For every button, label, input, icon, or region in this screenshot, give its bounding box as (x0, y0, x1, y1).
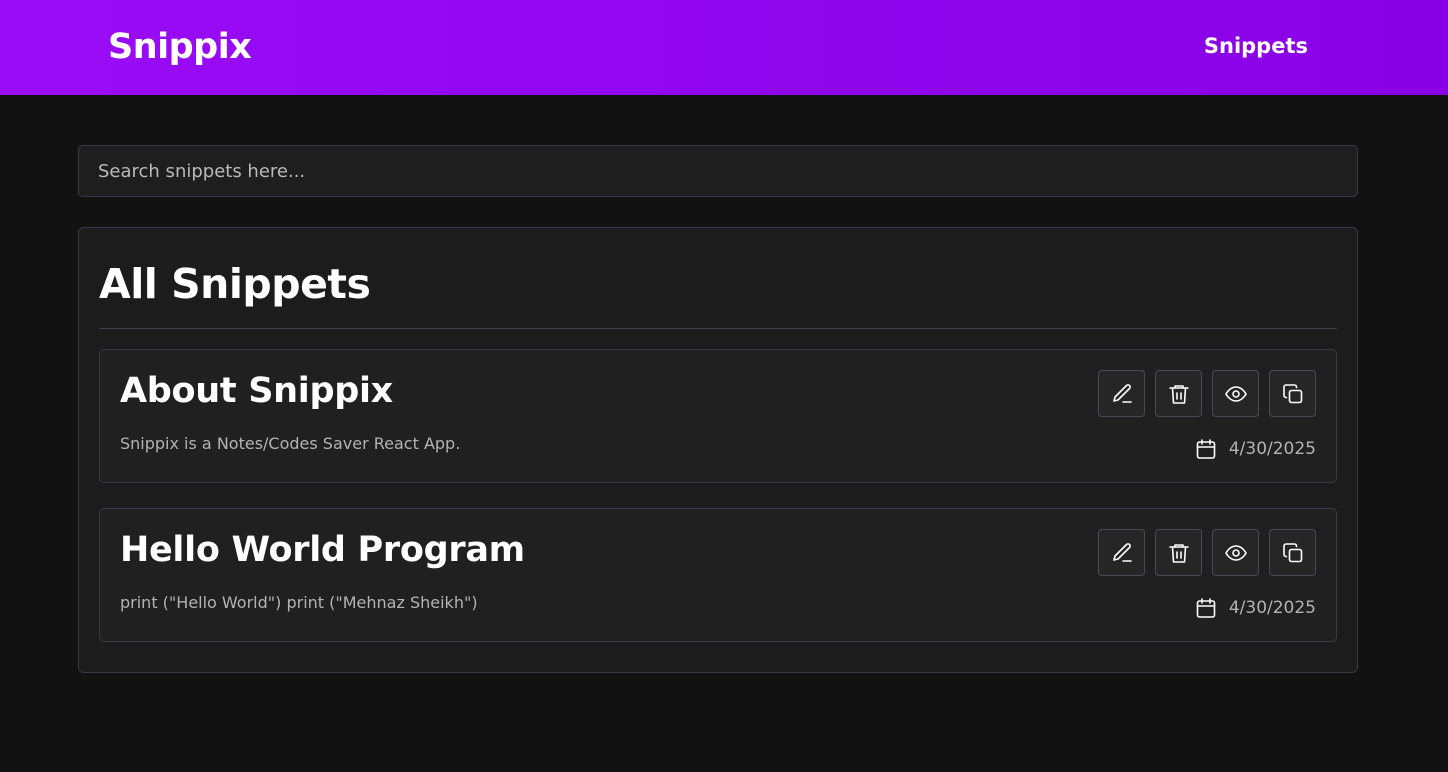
snippet-title: About Snippix (120, 371, 393, 411)
snippet-card: Hello World Program print ("Hello World"… (99, 508, 1337, 642)
view-button[interactable] (1212, 370, 1259, 417)
snippet-date: 4/30/2025 (1194, 437, 1316, 461)
snippet-description: print ("Hello World") print ("Mehnaz She… (120, 593, 478, 612)
date-text: 4/30/2025 (1228, 439, 1316, 459)
copy-icon (1282, 383, 1302, 403)
snippet-description: Snippix is a Notes/Codes Saver React App… (120, 434, 461, 453)
brand-logo[interactable]: Snippix (108, 27, 252, 67)
edit-button[interactable] (1098, 370, 1145, 417)
eye-icon (1224, 385, 1247, 402)
calendar-icon (1196, 439, 1216, 459)
calendar-icon (1196, 598, 1216, 618)
search-input[interactable] (78, 145, 1358, 197)
snippet-card: About Snippix Snippix is a Notes/Codes S… (99, 349, 1337, 483)
edit-button[interactable] (1098, 529, 1145, 576)
copy-button[interactable] (1269, 529, 1316, 576)
search-bar (78, 145, 1358, 197)
divider (99, 328, 1337, 329)
page-title: All Snippets (99, 260, 371, 308)
date-text: 4/30/2025 (1228, 598, 1316, 618)
nav-link-snippets[interactable]: Snippets (1204, 34, 1308, 58)
copy-icon (1282, 542, 1302, 562)
snippet-actions (1098, 370, 1316, 417)
eye-icon (1224, 544, 1247, 561)
snippets-panel: All Snippets About Snippix Snippix is a … (78, 227, 1358, 673)
snippet-date: 4/30/2025 (1194, 596, 1316, 620)
edit-icon (1112, 383, 1132, 403)
delete-button[interactable] (1155, 529, 1202, 576)
top-navbar: Snippix Snippets (0, 0, 1448, 95)
copy-button[interactable] (1269, 370, 1316, 417)
edit-icon (1112, 542, 1132, 562)
snippet-title: Hello World Program (120, 530, 525, 570)
view-button[interactable] (1212, 529, 1259, 576)
delete-button[interactable] (1155, 370, 1202, 417)
trash-icon (1168, 384, 1189, 404)
snippet-actions (1098, 529, 1316, 576)
trash-icon (1168, 543, 1189, 563)
